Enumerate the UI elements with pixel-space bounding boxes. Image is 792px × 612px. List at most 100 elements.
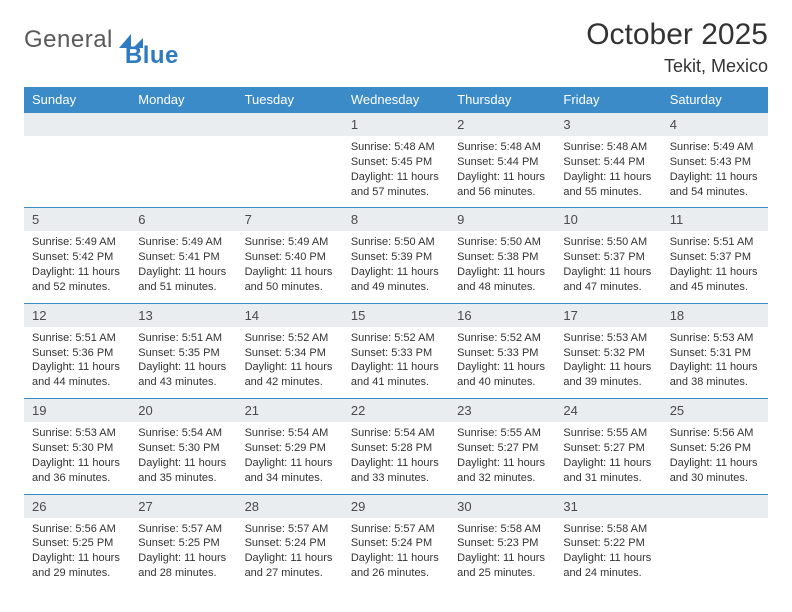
logo-word-blue: Blue <box>125 42 179 70</box>
sunset-line: Sunset: 5:31 PM <box>670 346 760 361</box>
sunset-line: Sunset: 5:27 PM <box>563 441 653 456</box>
daylight-line: Daylight: 11 hours and 30 minutes. <box>670 456 760 486</box>
calendar-day-cell: 20Sunrise: 5:54 AMSunset: 5:30 PMDayligh… <box>130 399 236 494</box>
calendar-grid: SundayMondayTuesdayWednesdayThursdayFrid… <box>24 87 768 589</box>
sunrise-line: Sunrise: 5:55 AM <box>563 426 653 441</box>
day-number: 7 <box>237 208 343 231</box>
daylight-line: Daylight: 11 hours and 31 minutes. <box>563 456 653 486</box>
daylight-line: Daylight: 11 hours and 32 minutes. <box>457 456 547 486</box>
day-details: Sunrise: 5:51 AMSunset: 5:37 PMDaylight:… <box>662 231 768 296</box>
day-details: Sunrise: 5:58 AMSunset: 5:22 PMDaylight:… <box>555 518 661 583</box>
day-number: 22 <box>343 399 449 422</box>
sunset-line: Sunset: 5:32 PM <box>563 346 653 361</box>
day-number: 16 <box>449 304 555 327</box>
daylight-line: Daylight: 11 hours and 25 minutes. <box>457 551 547 581</box>
sunset-line: Sunset: 5:30 PM <box>32 441 122 456</box>
sunrise-line: Sunrise: 5:52 AM <box>457 331 547 346</box>
day-details: Sunrise: 5:55 AMSunset: 5:27 PMDaylight:… <box>555 422 661 487</box>
logo: General Blue <box>24 26 205 54</box>
day-number: 10 <box>555 208 661 231</box>
daylight-line: Daylight: 11 hours and 28 minutes. <box>138 551 228 581</box>
day-details: Sunrise: 5:54 AMSunset: 5:28 PMDaylight:… <box>343 422 449 487</box>
sunrise-line: Sunrise: 5:54 AM <box>351 426 441 441</box>
day-details: Sunrise: 5:52 AMSunset: 5:33 PMDaylight:… <box>343 327 449 392</box>
daylight-line: Daylight: 11 hours and 48 minutes. <box>457 265 547 295</box>
day-number: 29 <box>343 495 449 518</box>
calendar-empty-cell <box>130 113 236 208</box>
sunset-line: Sunset: 5:22 PM <box>563 536 653 551</box>
calendar-day-cell: 31Sunrise: 5:58 AMSunset: 5:22 PMDayligh… <box>555 494 661 589</box>
sunrise-line: Sunrise: 5:50 AM <box>351 235 441 250</box>
daylight-line: Daylight: 11 hours and 50 minutes. <box>245 265 335 295</box>
sunset-line: Sunset: 5:28 PM <box>351 441 441 456</box>
calendar-day-cell: 21Sunrise: 5:54 AMSunset: 5:29 PMDayligh… <box>237 399 343 494</box>
sunrise-line: Sunrise: 5:58 AM <box>457 522 547 537</box>
daylight-line: Daylight: 11 hours and 54 minutes. <box>670 170 760 200</box>
day-number-empty <box>237 113 343 136</box>
calendar-day-cell: 23Sunrise: 5:55 AMSunset: 5:27 PMDayligh… <box>449 399 555 494</box>
title-block: October 2025 Tekit, Mexico <box>586 18 768 77</box>
daylight-line: Daylight: 11 hours and 44 minutes. <box>32 360 122 390</box>
sunrise-line: Sunrise: 5:58 AM <box>563 522 653 537</box>
sunset-line: Sunset: 5:24 PM <box>245 536 335 551</box>
sunrise-line: Sunrise: 5:51 AM <box>138 331 228 346</box>
daylight-line: Daylight: 11 hours and 36 minutes. <box>32 456 122 486</box>
sunset-line: Sunset: 5:37 PM <box>670 250 760 265</box>
day-details: Sunrise: 5:54 AMSunset: 5:29 PMDaylight:… <box>237 422 343 487</box>
calendar-day-cell: 30Sunrise: 5:58 AMSunset: 5:23 PMDayligh… <box>449 494 555 589</box>
day-number: 27 <box>130 495 236 518</box>
sunset-line: Sunset: 5:45 PM <box>351 155 441 170</box>
page-title: October 2025 <box>586 18 768 52</box>
day-details: Sunrise: 5:53 AMSunset: 5:32 PMDaylight:… <box>555 327 661 392</box>
daylight-line: Daylight: 11 hours and 26 minutes. <box>351 551 441 581</box>
dow-header: Monday <box>130 87 236 113</box>
day-details: Sunrise: 5:58 AMSunset: 5:23 PMDaylight:… <box>449 518 555 583</box>
day-details: Sunrise: 5:50 AMSunset: 5:39 PMDaylight:… <box>343 231 449 296</box>
day-number: 18 <box>662 304 768 327</box>
day-details: Sunrise: 5:50 AMSunset: 5:37 PMDaylight:… <box>555 231 661 296</box>
logo-word-general: General <box>24 26 113 54</box>
sunrise-line: Sunrise: 5:48 AM <box>563 140 653 155</box>
sunset-line: Sunset: 5:43 PM <box>670 155 760 170</box>
header: General Blue October 2025 Tekit, Mexico <box>24 18 768 77</box>
day-number: 6 <box>130 208 236 231</box>
daylight-line: Daylight: 11 hours and 42 minutes. <box>245 360 335 390</box>
sunset-line: Sunset: 5:41 PM <box>138 250 228 265</box>
sunrise-line: Sunrise: 5:52 AM <box>245 331 335 346</box>
dow-header: Wednesday <box>343 87 449 113</box>
calendar-week-row: 5Sunrise: 5:49 AMSunset: 5:42 PMDaylight… <box>24 208 768 303</box>
daylight-line: Daylight: 11 hours and 27 minutes. <box>245 551 335 581</box>
daylight-line: Daylight: 11 hours and 45 minutes. <box>670 265 760 295</box>
calendar-empty-cell <box>237 113 343 208</box>
calendar-day-cell: 25Sunrise: 5:56 AMSunset: 5:26 PMDayligh… <box>662 399 768 494</box>
calendar-empty-cell <box>24 113 130 208</box>
day-number-empty <box>662 495 768 518</box>
day-number: 3 <box>555 113 661 136</box>
sunrise-line: Sunrise: 5:52 AM <box>351 331 441 346</box>
daylight-line: Daylight: 11 hours and 39 minutes. <box>563 360 653 390</box>
calendar-day-cell: 26Sunrise: 5:56 AMSunset: 5:25 PMDayligh… <box>24 494 130 589</box>
sunrise-line: Sunrise: 5:56 AM <box>32 522 122 537</box>
day-number: 11 <box>662 208 768 231</box>
day-number: 4 <box>662 113 768 136</box>
sunrise-line: Sunrise: 5:49 AM <box>245 235 335 250</box>
day-number: 2 <box>449 113 555 136</box>
day-details: Sunrise: 5:53 AMSunset: 5:31 PMDaylight:… <box>662 327 768 392</box>
daylight-line: Daylight: 11 hours and 38 minutes. <box>670 360 760 390</box>
calendar-day-cell: 8Sunrise: 5:50 AMSunset: 5:39 PMDaylight… <box>343 208 449 303</box>
sunset-line: Sunset: 5:34 PM <box>245 346 335 361</box>
sunset-line: Sunset: 5:38 PM <box>457 250 547 265</box>
sunrise-line: Sunrise: 5:50 AM <box>457 235 547 250</box>
day-details: Sunrise: 5:50 AMSunset: 5:38 PMDaylight:… <box>449 231 555 296</box>
sunrise-line: Sunrise: 5:48 AM <box>351 140 441 155</box>
dow-header: Tuesday <box>237 87 343 113</box>
daylight-line: Daylight: 11 hours and 35 minutes. <box>138 456 228 486</box>
daylight-line: Daylight: 11 hours and 49 minutes. <box>351 265 441 295</box>
sunrise-line: Sunrise: 5:51 AM <box>32 331 122 346</box>
sunrise-line: Sunrise: 5:57 AM <box>138 522 228 537</box>
daylight-line: Daylight: 11 hours and 51 minutes. <box>138 265 228 295</box>
daylight-line: Daylight: 11 hours and 34 minutes. <box>245 456 335 486</box>
calendar-day-cell: 29Sunrise: 5:57 AMSunset: 5:24 PMDayligh… <box>343 494 449 589</box>
day-number: 28 <box>237 495 343 518</box>
daylight-line: Daylight: 11 hours and 24 minutes. <box>563 551 653 581</box>
